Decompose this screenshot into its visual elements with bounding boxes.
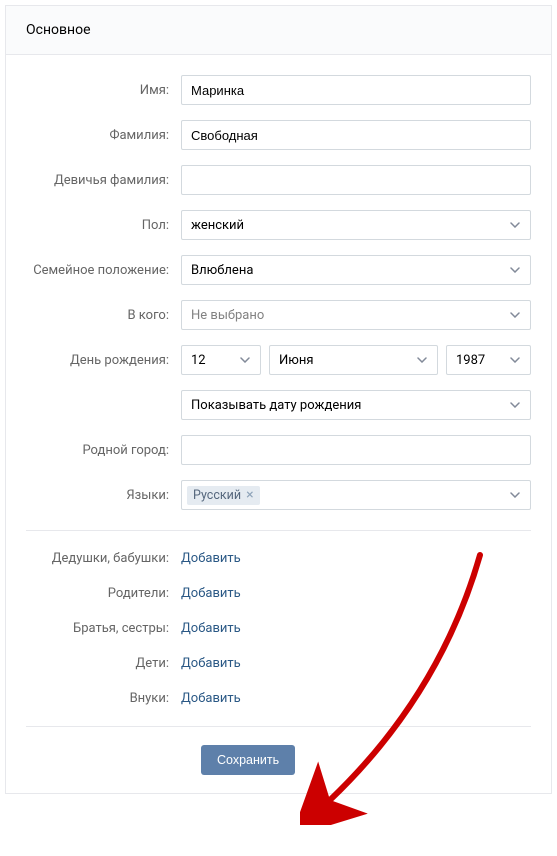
label-birthday: День рождения:	[26, 353, 181, 368]
row-birthday: День рождения: 12 Июня 1987	[26, 345, 531, 375]
row-relationship: Семейное положение: Влюблена	[26, 255, 531, 285]
birthday-month-value: Июня	[279, 353, 314, 368]
row-siblings: Братья, сестры: Добавить	[26, 621, 531, 636]
label-grandparents: Дедушки, бабушки:	[26, 551, 181, 566]
row-parents: Родители: Добавить	[26, 586, 531, 601]
row-last-name: Фамилия:	[26, 120, 531, 150]
chevron-down-icon	[417, 357, 427, 363]
label-languages: Языки:	[26, 488, 181, 503]
add-children-link[interactable]: Добавить	[181, 656, 241, 671]
page-title: Основное	[26, 22, 91, 38]
label-children: Дети:	[26, 656, 181, 671]
row-hometown: Родной город:	[26, 435, 531, 465]
chevron-down-icon	[510, 222, 520, 228]
section-divider	[26, 530, 531, 531]
remove-token-icon[interactable]: ×	[246, 488, 253, 502]
relationship-value: Влюблена	[191, 263, 253, 278]
gender-value: женский	[191, 218, 244, 233]
add-siblings-link[interactable]: Добавить	[181, 621, 241, 636]
hometown-input[interactable]	[181, 435, 531, 465]
row-gender: Пол: женский	[26, 210, 531, 240]
form-footer: Сохранить	[26, 726, 531, 793]
row-birthday-visibility: Показывать дату рождения	[26, 390, 531, 420]
label-maiden-name: Девичья фамилия:	[26, 173, 181, 188]
add-grandchildren-link[interactable]: Добавить	[181, 691, 241, 706]
label-gender: Пол:	[26, 218, 181, 233]
gender-select[interactable]: женский	[181, 210, 531, 240]
row-children: Дети: Добавить	[26, 656, 531, 671]
birthday-year-value: 1987	[456, 353, 485, 368]
relationship-select[interactable]: Влюблена	[181, 255, 531, 285]
add-grandparents-link[interactable]: Добавить	[181, 551, 241, 566]
row-grandparents: Дедушки, бабушки: Добавить	[26, 551, 531, 566]
first-name-input[interactable]	[181, 75, 531, 105]
row-grandchildren: Внуки: Добавить	[26, 691, 531, 706]
language-token-label: Русский	[193, 488, 241, 503]
label-siblings: Братья, сестры:	[26, 621, 181, 636]
birthday-visibility-value: Показывать дату рождения	[191, 398, 361, 413]
chevron-down-icon	[510, 267, 520, 273]
row-partner: В кого: Не выбрано	[26, 300, 531, 330]
birthday-year-select[interactable]: 1987	[446, 345, 531, 375]
label-last-name: Фамилия:	[26, 128, 181, 143]
partner-select[interactable]: Не выбрано	[181, 300, 531, 330]
chevron-down-icon	[510, 402, 520, 408]
languages-select[interactable]: Русский ×	[181, 480, 531, 510]
label-parents: Родители:	[26, 586, 181, 601]
birthday-day-value: 12	[191, 353, 206, 368]
main-panel: Основное Имя: Фамилия: Девичья фамилия: …	[5, 5, 552, 794]
chevron-down-icon	[240, 357, 250, 363]
maiden-name-input[interactable]	[181, 165, 531, 195]
label-hometown: Родной город:	[26, 443, 181, 458]
label-first-name: Имя:	[26, 83, 181, 98]
label-partner: В кого:	[26, 308, 181, 323]
label-relationship: Семейное положение:	[26, 263, 181, 278]
chevron-down-icon	[510, 312, 520, 318]
row-first-name: Имя:	[26, 75, 531, 105]
birthday-day-select[interactable]: 12	[181, 345, 261, 375]
save-button[interactable]: Сохранить	[201, 745, 295, 775]
add-parents-link[interactable]: Добавить	[181, 586, 241, 601]
last-name-input[interactable]	[181, 120, 531, 150]
chevron-down-icon	[510, 357, 520, 363]
label-grandchildren: Внуки:	[26, 691, 181, 706]
chevron-down-icon	[510, 492, 520, 498]
birthday-month-select[interactable]: Июня	[269, 345, 438, 375]
language-token: Русский ×	[187, 486, 260, 505]
panel-header: Основное	[6, 6, 551, 55]
row-languages: Языки: Русский ×	[26, 480, 531, 510]
row-maiden-name: Девичья фамилия:	[26, 165, 531, 195]
profile-form: Имя: Фамилия: Девичья фамилия: Пол: женс…	[6, 55, 551, 793]
partner-value: Не выбрано	[191, 308, 264, 323]
birthday-visibility-select[interactable]: Показывать дату рождения	[181, 390, 531, 420]
